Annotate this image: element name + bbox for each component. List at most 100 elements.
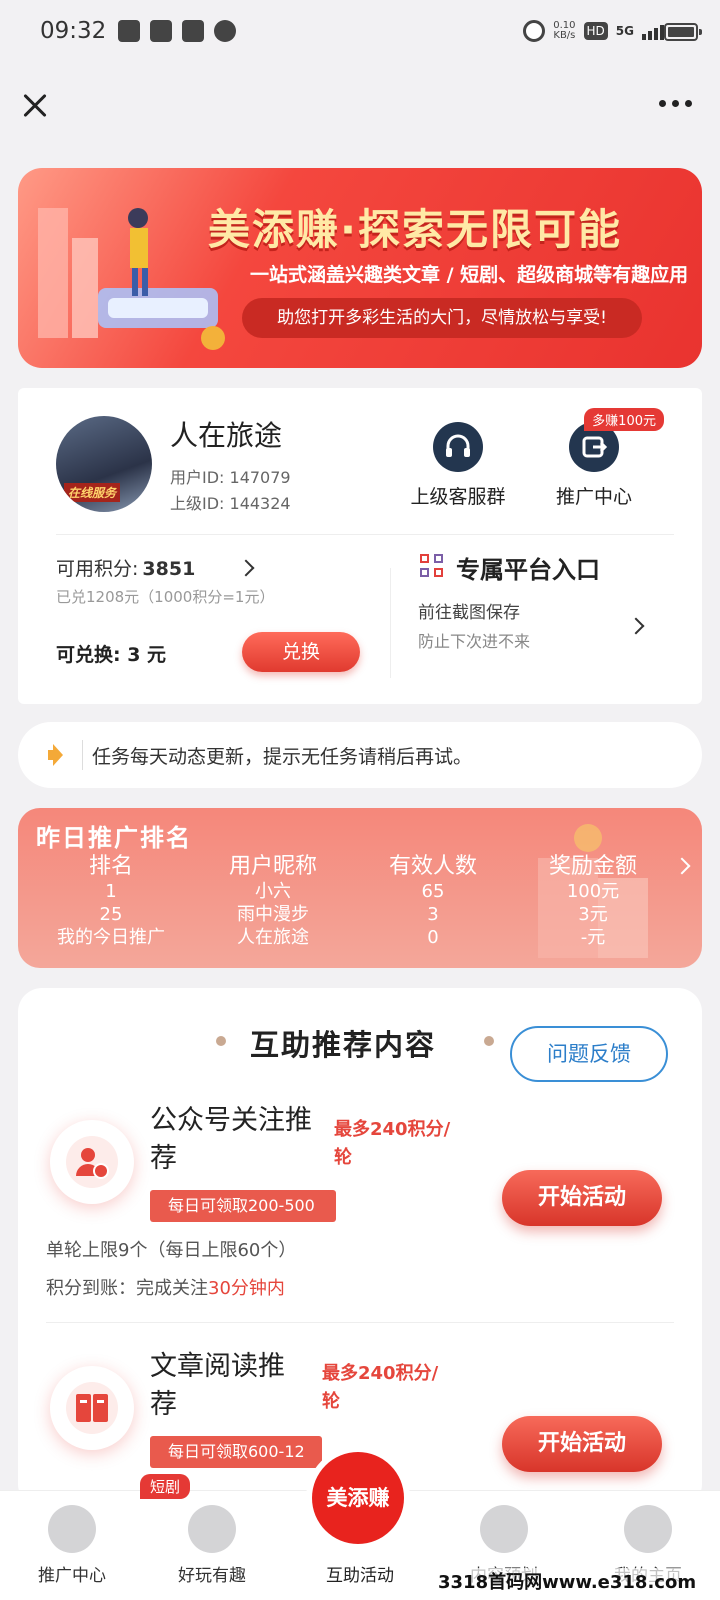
app-icon [182, 20, 204, 42]
task-title: 文章阅读推荐 [150, 1351, 285, 1420]
user-star-icon [50, 1120, 134, 1204]
user-name: 人在旅途 [170, 419, 283, 452]
rank-cell: 65 [421, 881, 445, 902]
signal-icon [642, 22, 664, 40]
status-time: 09:32 [40, 18, 107, 44]
more-icon[interactable] [659, 100, 692, 107]
reward-column: 奖励金额 100元 3元 -元 [518, 848, 668, 949]
rank-cell: 3 [427, 904, 439, 925]
task-daily-badge: 每日可领取600-12 [150, 1436, 322, 1468]
start-activity-button[interactable]: 开始活动 [502, 1416, 662, 1472]
rank-header: 奖励金额 [548, 854, 637, 879]
tab-label: 互助活动 [326, 1566, 394, 1586]
ranking-card[interactable]: 昨日推广排名 排名 1 25 我的今日推广 用户昵称 小六 雨中漫步 人在旅途 … [18, 808, 702, 968]
task-arrival: 积分到账：完成关注30分钟内 [46, 1278, 285, 1299]
rank-header: 排名 [88, 854, 133, 879]
notice-text: 任务每天动态更新，提示无任务请稍后再试。 [92, 746, 473, 768]
banner-tagline: 助您打开多彩生活的大门，尽情放松与享受! [242, 298, 642, 338]
rank-cell: 1 [105, 881, 117, 902]
rank-cell: 100元 [566, 881, 620, 902]
divider [56, 534, 674, 535]
upload-doc-icon [480, 1505, 528, 1553]
promo-center-button[interactable]: 推广中心 多赚100元 [534, 408, 664, 509]
close-icon[interactable] [20, 90, 50, 120]
task-max-points: 最多240积分/轮 [334, 1119, 451, 1168]
short-drama-badge: 短剧 [140, 1474, 191, 1499]
rank-cell: 我的今日推广 [57, 927, 165, 948]
planet-icon [188, 1505, 236, 1553]
nickname-column: 用户昵称 小六 雨中漫步 人在旅途 [198, 848, 348, 949]
avatar-tag: 在线服务 [64, 483, 121, 502]
notification-icons [118, 20, 236, 42]
book-icon [50, 1366, 134, 1450]
task-daily-badge: 每日可领取200-500 [150, 1190, 336, 1222]
user-icon [624, 1505, 672, 1553]
chevron-right-icon[interactable] [237, 559, 255, 577]
rank-cell: 25 [99, 904, 123, 925]
start-activity-button[interactable]: 开始活动 [502, 1170, 662, 1226]
battery-icon [664, 23, 702, 41]
parent-id: 上级ID: 144324 [170, 494, 291, 513]
speed-icon [523, 20, 546, 42]
net-speed: 0.10 KB/s [553, 20, 576, 41]
user-id: 用户ID: 147079 [170, 468, 291, 487]
points-note: 已兑1208元（1000积分=1元） [56, 588, 275, 606]
rank-cell: 小六 [255, 881, 291, 902]
support-group-button[interactable]: 上级客服群 [398, 422, 518, 509]
message-icon [214, 20, 236, 42]
mail-icon [150, 20, 172, 42]
speaker-icon [48, 744, 66, 766]
network-type: 5G [615, 24, 634, 38]
rank-cell: -元 [580, 927, 606, 948]
divider [46, 1322, 674, 1323]
status-bar: 09:32 0.10 KB/s HD 5G [0, 0, 720, 66]
task-max-points: 最多240积分/轮 [322, 1363, 439, 1412]
task-limit: 单轮上限9个（每日上限60个） [46, 1240, 297, 1261]
section-title: 互助推荐内容 [250, 1028, 437, 1062]
divider [82, 740, 83, 770]
avatar[interactable]: 在线服务 [56, 416, 152, 512]
tab-label: 推广中心 [38, 1566, 106, 1586]
decor-dot [216, 1036, 226, 1046]
rank-cell: 3元 [578, 904, 608, 925]
decor-dot [484, 1036, 494, 1046]
recommend-content-card: 互助推荐内容 问题反馈 公众号关注推荐 最多240积分/轮 每日可领取200-5… [18, 988, 702, 1508]
rank-cell: 雨中漫步 [237, 904, 309, 925]
tab-promo-center[interactable]: 推广中心 [2, 1505, 142, 1586]
headset-icon [433, 422, 483, 472]
rank-cell: 0 [427, 927, 439, 948]
promo-banner[interactable]: 美添赚·探索无限可能 一站式涵盖兴趣类文章 / 短剧、超级商城等有趣应用 助您打… [18, 168, 702, 368]
platform-entry-line2: 防止下次进不来 [418, 632, 531, 651]
support-group-label: 上级客服群 [410, 486, 506, 508]
valid-count-column: 有效人数 65 3 0 [358, 848, 508, 949]
points-value: 3851 [142, 558, 196, 580]
task-title: 公众号关注推荐 [150, 1105, 312, 1174]
tab-label: 好玩有趣 [178, 1566, 246, 1586]
banner-title: 美添赚·探索无限可能 [208, 205, 622, 254]
promo-center-label: 推广中心 [555, 486, 632, 508]
divider [390, 568, 391, 678]
earn-more-badge: 多赚100元 [584, 408, 664, 431]
exchangeable-amount: 可兑换: 3 元 [56, 644, 167, 666]
rank-column: 排名 1 25 我的今日推广 [36, 848, 186, 949]
hd-badge: HD [583, 22, 608, 40]
points-row[interactable]: 可用积分: 3851 [56, 554, 195, 581]
exchange-button[interactable]: 兑换 [242, 632, 360, 672]
tab-fun[interactable]: 好玩有趣 [142, 1505, 282, 1586]
chevron-right-icon[interactable] [627, 617, 645, 635]
rank-header: 用户昵称 [228, 854, 317, 879]
watermark: 3318首码网www.e318.com [438, 1568, 697, 1594]
qr-grid-icon [420, 554, 446, 580]
platform-entry-title[interactable]: 专属平台入口 [456, 550, 600, 585]
user-card: 在线服务 人在旅途 用户ID: 147079 上级ID: 144324 上级客服… [18, 388, 702, 704]
rank-cell: 人在旅途 [237, 927, 309, 948]
notice-bar: 任务每天动态更新，提示无任务请稍后再试。 [18, 722, 702, 788]
system-icons: 0.10 KB/s HD 5G [523, 20, 664, 42]
telegram-icon [118, 20, 140, 42]
feedback-button[interactable]: 问题反馈 [510, 1026, 668, 1082]
platform-entry-line1: 前往截图保存 [418, 603, 520, 623]
rank-header: 有效人数 [388, 854, 477, 879]
banner-subtitle: 一站式涵盖兴趣类文章 / 短剧、超级商城等有趣应用 [250, 264, 689, 286]
center-logo-button[interactable]: 美添赚 [312, 1452, 404, 1544]
grid-icon [48, 1505, 96, 1553]
